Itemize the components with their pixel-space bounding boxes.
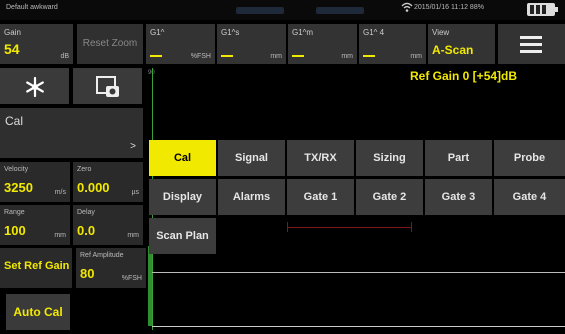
tab-part[interactable]: Part bbox=[425, 140, 492, 176]
tab-sizing[interactable]: Sizing bbox=[356, 140, 423, 176]
g1-depth-label: G1^m bbox=[292, 28, 314, 37]
delay-label: Delay bbox=[77, 209, 95, 216]
chevron-right-icon: > bbox=[130, 141, 136, 152]
ascan-reference-line bbox=[152, 272, 565, 273]
tab-tx-rx[interactable]: TX/RX bbox=[287, 140, 354, 176]
tab-gate-2[interactable]: Gate 2 bbox=[356, 179, 423, 215]
g1-amplitude-empty-value bbox=[150, 55, 162, 57]
gate-1-end-marker[interactable] bbox=[411, 222, 412, 232]
g1-sound-path-readout[interactable]: G1^s mm bbox=[217, 24, 286, 64]
view-label: View bbox=[432, 28, 450, 37]
tab-display[interactable]: Display bbox=[149, 179, 216, 215]
g1-surface-readout[interactable]: G1^ 4 mm bbox=[359, 24, 426, 64]
reset-zoom-button[interactable]: Reset Zoom bbox=[77, 24, 143, 64]
velocity-label: Velocity bbox=[4, 166, 29, 173]
device-name: Default awkward bbox=[6, 4, 58, 11]
auto-cal-button[interactable]: Auto Cal bbox=[6, 294, 70, 330]
velocity-unit: m/s bbox=[54, 189, 66, 196]
gain-readout[interactable]: Gain 54 dB bbox=[0, 24, 73, 64]
g1-amplitude-unit: %FSH bbox=[190, 53, 211, 60]
gate-1-start-marker[interactable] bbox=[287, 222, 288, 232]
tab-scan-plan[interactable]: Scan Plan bbox=[149, 218, 216, 254]
status-datetime: 2015/01/16 11:12 88% bbox=[414, 4, 484, 11]
ref-amplitude-field[interactable]: Ref Amplitude 80 %FSH bbox=[76, 248, 146, 288]
tab-gate-3[interactable]: Gate 3 bbox=[425, 179, 492, 215]
ref-amplitude-label: Ref Amplitude bbox=[80, 252, 124, 259]
ascan-initial-pulse bbox=[148, 246, 152, 326]
g1-sound-path-unit: mm bbox=[270, 53, 282, 60]
g1-amplitude-readout[interactable]: G1^ %FSH bbox=[146, 24, 215, 64]
g1-surface-empty-value bbox=[363, 55, 375, 57]
tab-alarms[interactable]: Alarms bbox=[218, 179, 285, 215]
gain-label: Gain bbox=[4, 28, 21, 37]
cal-section-header[interactable]: Cal > bbox=[0, 108, 143, 158]
indicator-bar-left bbox=[236, 7, 284, 14]
hamburger-menu-button[interactable] bbox=[498, 24, 565, 64]
ref-amplitude-unit: %FSH bbox=[121, 275, 142, 282]
zero-unit: µs bbox=[131, 189, 139, 196]
range-value: 100 bbox=[4, 223, 26, 238]
g1-amplitude-label: G1^ bbox=[150, 28, 165, 37]
tab-cal[interactable]: Cal bbox=[149, 140, 216, 176]
cal-section-title: Cal bbox=[5, 114, 24, 128]
g1-depth-unit: mm bbox=[341, 53, 353, 60]
tab-gate-1[interactable]: Gate 1 bbox=[287, 179, 354, 215]
g1-surface-label: G1^ 4 bbox=[363, 28, 385, 37]
gain-unit: dB bbox=[60, 53, 69, 60]
view-selector[interactable]: View A-Scan bbox=[428, 24, 495, 64]
delay-field[interactable]: Delay 0.0 mm bbox=[73, 205, 143, 245]
tab-gate-4[interactable]: Gate 4 bbox=[494, 179, 565, 215]
g1-depth-readout[interactable]: G1^m mm bbox=[288, 24, 357, 64]
gate-1-line[interactable] bbox=[287, 227, 412, 228]
range-field[interactable]: Range 100 mm bbox=[0, 205, 70, 245]
set-ref-gain-button[interactable]: Set Ref Gain bbox=[0, 248, 72, 288]
range-label: Range bbox=[4, 209, 25, 216]
gain-value: 54 bbox=[4, 41, 20, 57]
g1-surface-unit: mm bbox=[410, 53, 422, 60]
ref-amplitude-value: 80 bbox=[80, 266, 95, 281]
g1-sound-path-label: G1^s bbox=[221, 28, 240, 37]
zero-field[interactable]: Zero 0.000 µs bbox=[73, 162, 143, 202]
battery-icon bbox=[527, 3, 558, 16]
indicator-bar-right bbox=[316, 7, 364, 14]
zero-value: 0.000 bbox=[77, 180, 110, 195]
wifi-icon bbox=[401, 2, 413, 12]
zero-label: Zero bbox=[77, 166, 92, 173]
screen-capture-icon bbox=[96, 76, 119, 97]
g1-sound-path-empty-value bbox=[221, 55, 233, 57]
delay-unit: mm bbox=[127, 232, 139, 239]
tab-signal[interactable]: Signal bbox=[218, 140, 285, 176]
velocity-value: 3250 bbox=[4, 180, 33, 195]
delay-value: 0.0 bbox=[77, 223, 96, 238]
screenshot-button[interactable] bbox=[73, 68, 142, 104]
snowflake-icon bbox=[26, 76, 44, 98]
tab-probe[interactable]: Probe bbox=[494, 140, 565, 176]
freeze-button[interactable] bbox=[0, 68, 69, 104]
g1-depth-empty-value bbox=[292, 55, 304, 57]
view-value: A-Scan bbox=[432, 43, 474, 57]
ref-gain-indicator: Ref Gain 0 [+54]dB bbox=[410, 69, 518, 83]
range-unit: mm bbox=[54, 232, 66, 239]
ascan-baseline bbox=[152, 326, 565, 327]
velocity-field[interactable]: Velocity 3250 m/s bbox=[0, 162, 70, 202]
status-bar: Default awkward 2015/01/16 11:12 88% bbox=[0, 0, 565, 20]
